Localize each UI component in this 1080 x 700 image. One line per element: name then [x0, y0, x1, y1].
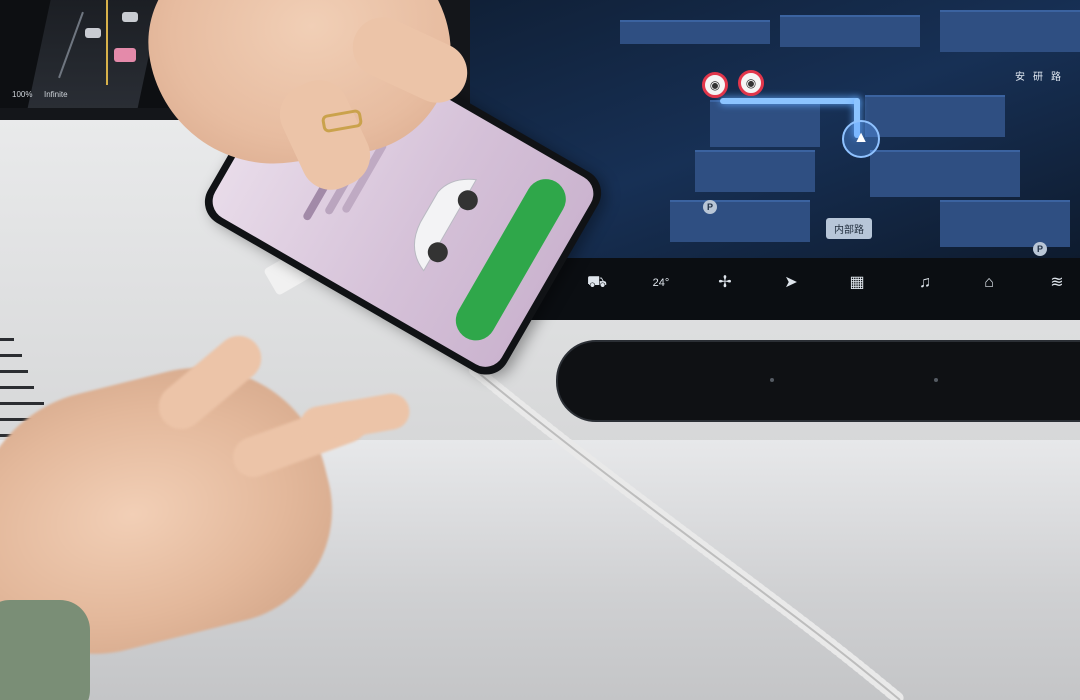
car-illustration	[414, 178, 478, 272]
sleeve	[0, 600, 90, 700]
photo-scene: 100% Infinite ◉ ◉ ▲ P P 安研路 内部路 ⛟ 24° ✢ …	[0, 0, 1080, 700]
